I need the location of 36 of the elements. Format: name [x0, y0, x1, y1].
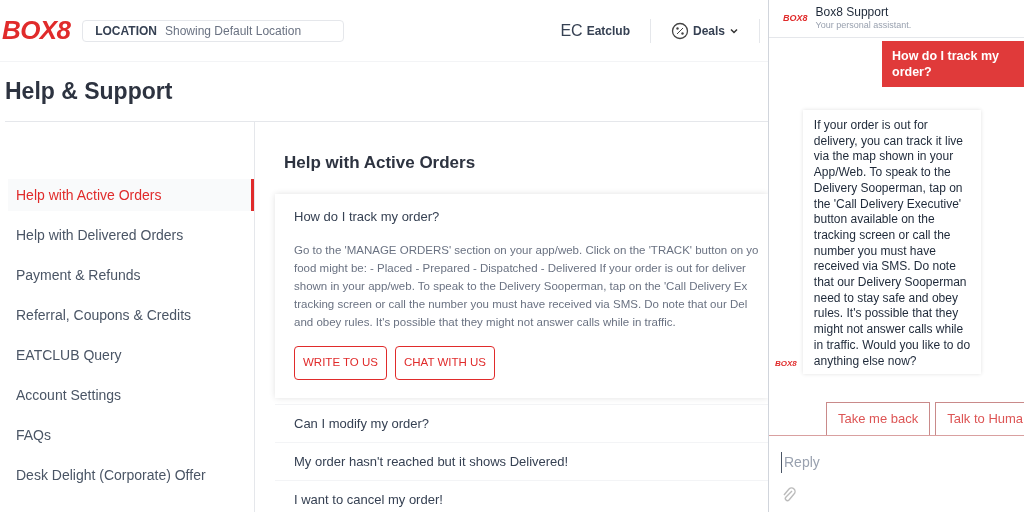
- chat-subtitle: Your personal assistant.: [815, 20, 912, 32]
- page-title: Help & Support: [5, 77, 173, 107]
- action-button[interactable]: WRITE TO US: [294, 346, 387, 380]
- eatclub-logo: EC: [560, 20, 583, 41]
- user-message: How do I track my order?: [882, 41, 1024, 87]
- faq-question[interactable]: Can I modify my order?: [275, 404, 768, 442]
- sidebar-item[interactable]: Desk Delight (Corporate) Offer: [8, 459, 254, 491]
- action-button[interactable]: CHAT WITH US: [395, 346, 495, 380]
- eatclub-link[interactable]: EC Eatclub: [552, 18, 638, 43]
- location-label: LOCATION: [95, 22, 157, 40]
- sidebar-item[interactable]: Help with Delivered Orders: [8, 219, 254, 251]
- logo[interactable]: BOX8: [2, 11, 71, 50]
- faq-question[interactable]: How do I track my order?: [294, 206, 768, 226]
- faq-question[interactable]: My order hasn't reached but it shows Delivered!: [275, 442, 768, 480]
- eatclub-label: Eatclub: [586, 22, 630, 40]
- sidebar-item[interactable]: Payment & Refunds: [8, 259, 254, 291]
- logo: BOX8: [783, 11, 808, 25]
- quick-reply-button[interactable]: Talk to Huma: [935, 402, 1024, 435]
- sidebar-item[interactable]: FAQs: [8, 419, 254, 451]
- reply-field[interactable]: Reply: [781, 452, 1001, 473]
- chat-title: Box8 Support: [815, 5, 890, 21]
- location-value: Showing Default Location: [165, 22, 302, 40]
- bot-avatar: BOX8: [775, 358, 797, 371]
- faq-answer: Go to the 'MANAGE ORDERS' section on your app/web. Click on the 'TRACK' button on yo food might be: - Placed - Prepared - Dispatched - Delivered If your order is out for deliver shown in your app/web. To speak to the Delivery Sooperman, tap on the 'Call Delivery Ex tracking screen or call the number you must have received via SMS. Do note that our Del and obey rules. It's possible that they might not answer calls while in traffic.: [294, 243, 760, 330]
- location-field[interactable]: LOCATION Showing Default Location: [82, 19, 345, 42]
- section-title: Help with Active Orders: [284, 152, 477, 174]
- bot-message: If your order is out for delivery, you can track it live via the map shown in your App/Web. To speak to the Delivery Sooperman, tap on the 'Call Delivery Executive' button available on the tracking screen or call the number you must have received via SMS. Do note that our Delivery Sooperman need to stay safe and obey rules. It's possible that they might not answer calls while in traffic. Would you like to do anything else now?: [802, 110, 981, 375]
- quick-reply-button[interactable]: Take me back: [826, 402, 931, 435]
- sidebar-item[interactable]: Help with Active Orders: [8, 179, 254, 211]
- faq-question[interactable]: I want to cancel my order!: [275, 480, 768, 512]
- paperclip-icon[interactable]: [781, 487, 797, 503]
- deals-dropdown[interactable]: Deals: [662, 21, 747, 40]
- sidebar-item[interactable]: Referral, Coupons & Credits: [8, 299, 254, 331]
- sidebar-item[interactable]: Account Settings: [8, 379, 254, 411]
- discount-icon: [670, 21, 689, 40]
- sidebar-item[interactable]: EATCLUB Query: [8, 339, 254, 371]
